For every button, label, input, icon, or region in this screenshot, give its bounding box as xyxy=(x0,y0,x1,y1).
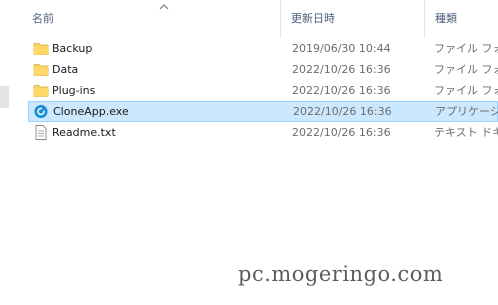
chevron-up-icon[interactable] xyxy=(158,2,170,12)
column-header-date-modified[interactable]: 更新日時 xyxy=(291,11,335,27)
text-file-icon xyxy=(35,125,47,140)
file-date-modified: 2019/06/30 10:44 xyxy=(292,42,391,55)
navigation-pane-selected-item[interactable] xyxy=(0,86,9,108)
watermark: pc.mogeringo.com xyxy=(238,262,444,286)
file-date-modified: 2022/10/26 16:36 xyxy=(292,63,391,76)
column-header-type[interactable]: 種類 xyxy=(435,11,457,27)
file-row-cloneapp-exe[interactable]: CloneApp.exe 2022/10/26 16:36 アプリケーショ xyxy=(28,101,498,122)
file-name: Backup xyxy=(52,42,93,55)
file-name: Readme.txt xyxy=(52,126,116,139)
file-name: Plug-ins xyxy=(52,84,96,97)
folder-icon xyxy=(33,85,49,97)
column-divider[interactable] xyxy=(424,0,425,38)
file-row-readme-txt[interactable]: Readme.txt 2022/10/26 16:36 テキスト ドキュ xyxy=(28,122,498,143)
folder-icon xyxy=(33,43,49,55)
file-date-modified: 2022/10/26 16:36 xyxy=(293,105,392,118)
navigation-pane-edge xyxy=(0,0,10,305)
folder-icon xyxy=(33,64,49,76)
file-row-plug-ins[interactable]: Plug-ins 2022/10/26 16:36 ファイル フォル xyxy=(28,80,498,101)
file-row-backup[interactable]: Backup 2019/06/30 10:44 ファイル フォル xyxy=(28,38,498,59)
column-header-name[interactable]: 名前 xyxy=(32,11,54,27)
file-type: ファイル フォル xyxy=(434,42,498,55)
app-icon xyxy=(34,104,48,119)
file-name: CloneApp.exe xyxy=(53,105,129,118)
file-type: アプリケーショ xyxy=(435,105,498,118)
column-header-bar: 名前 更新日時 種類 xyxy=(10,0,498,38)
file-type: ファイル フォル xyxy=(434,63,498,76)
column-divider[interactable] xyxy=(280,0,281,38)
file-name: Data xyxy=(52,63,79,76)
file-type: ファイル フォル xyxy=(434,84,498,97)
file-date-modified: 2022/10/26 16:36 xyxy=(292,84,391,97)
file-type: テキスト ドキュ xyxy=(434,126,498,139)
file-row-data[interactable]: Data 2022/10/26 16:36 ファイル フォル xyxy=(28,59,498,80)
file-date-modified: 2022/10/26 16:36 xyxy=(292,126,391,139)
